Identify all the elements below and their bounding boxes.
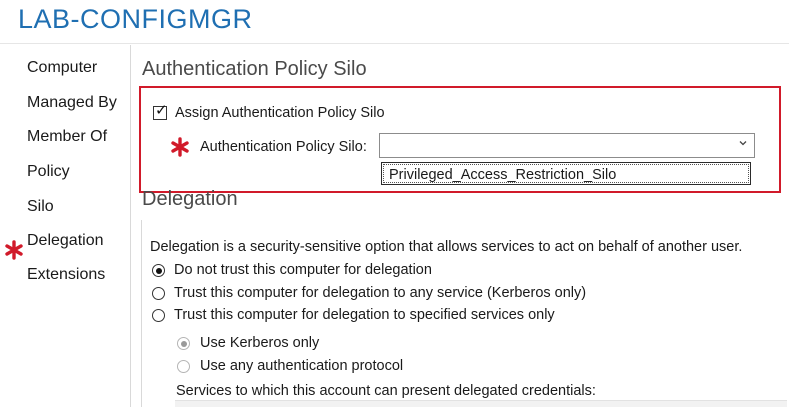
radio-specified-services-label: Trust this computer for delegation to sp… (174, 307, 555, 323)
silo-section-title: Authentication Policy Silo (142, 58, 367, 80)
silo-select[interactable] (379, 133, 755, 158)
sidebar-item-computer[interactable]: Computer (27, 59, 97, 77)
window-header: LAB-CONFIGMGR (0, 0, 789, 44)
radio-kerberos-only-label: Use Kerberos only (200, 335, 320, 351)
sidebar-item-extensions[interactable]: Extensions (27, 266, 105, 284)
required-asterisk-icon (171, 137, 189, 157)
sidebar-item-policy[interactable]: Policy (27, 163, 70, 181)
sidebar-nav: Computer Managed By Member Of Policy Sil… (0, 45, 131, 407)
services-list[interactable] (175, 400, 787, 407)
sidebar-item-delegation[interactable]: Delegation (27, 232, 104, 250)
radio-any-service[interactable] (152, 287, 165, 300)
assign-silo-checkbox[interactable]: ✓ (153, 102, 168, 120)
required-asterisk-icon (5, 240, 23, 260)
delegation-description: Delegation is a security-sensitive optio… (150, 239, 743, 255)
radio-kerberos-only[interactable] (177, 337, 190, 350)
silo-field-label: Authentication Policy Silo: (200, 139, 367, 155)
window-title: LAB-CONFIGMGR (18, 4, 253, 34)
properties-panel: Authentication Policy Silo ✓ Assign Auth… (132, 45, 789, 407)
section-divider (141, 220, 142, 407)
radio-any-protocol[interactable] (177, 360, 190, 373)
services-list-label: Services to which this account can prese… (176, 383, 596, 399)
radio-no-delegation[interactable] (152, 264, 165, 277)
silo-dropdown-list: Privileged_Access_Restriction_Silo (381, 162, 751, 185)
radio-specified-services[interactable] (152, 309, 165, 322)
checkmark-icon: ✓ (155, 102, 168, 119)
sidebar-item-member-of[interactable]: Member Of (27, 128, 107, 146)
assign-silo-label: Assign Authentication Policy Silo (175, 105, 385, 121)
radio-any-protocol-label: Use any authentication protocol (200, 358, 404, 374)
chevron-down-icon[interactable] (738, 138, 748, 148)
delegation-section-title: Delegation (142, 188, 238, 210)
sidebar-item-managed-by[interactable]: Managed By (27, 94, 117, 112)
sidebar-item-silo[interactable]: Silo (27, 198, 54, 216)
radio-no-delegation-label: Do not trust this computer for delegatio… (174, 262, 432, 278)
radio-any-service-label: Trust this computer for delegation to an… (174, 285, 587, 301)
dropdown-option[interactable]: Privileged_Access_Restriction_Silo (383, 164, 749, 183)
